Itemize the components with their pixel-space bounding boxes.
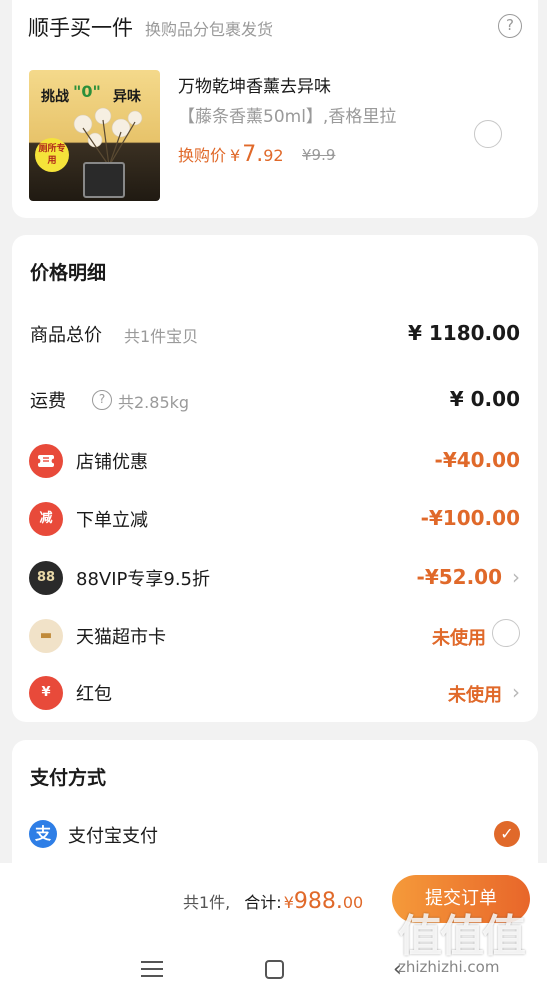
supermarket-card-radio[interactable] (492, 619, 520, 647)
row-88vip[interactable]: 88 88VIP专享9.5折 -¥52.00 › (12, 560, 538, 595)
watermark: 值值值 zhizhizhi.com (398, 900, 540, 980)
addon-subtitle: 换购品分包裹发货 (145, 20, 274, 39)
help-icon[interactable]: ? (498, 14, 522, 38)
shipping-help-icon[interactable]: ? (92, 390, 112, 410)
vip-icon: 88 (29, 561, 63, 595)
item-count: 共1件, (183, 893, 231, 912)
price-detail-title: 价格明细 (30, 262, 107, 284)
shipping-weight: 共2.85kg (118, 393, 190, 412)
vip-value: -¥52.00 (416, 565, 502, 589)
total-dec: 00 (342, 893, 364, 912)
addon-header: 顺手买一件 换购品分包裹发货 (28, 12, 273, 42)
row-shipping: 运费 ? 共2.85kg ¥ 0.00 (12, 382, 538, 416)
watermark-logo: 值值值 (398, 911, 526, 962)
addon-product-name[interactable]: 万物乾坤香薰去异味 (178, 72, 331, 97)
goods-total-value: ¥ 1180.00 (408, 321, 520, 345)
check-icon[interactable]: ✓ (494, 821, 520, 847)
menu-icon[interactable] (141, 961, 163, 979)
addon-price-int: 7. (242, 142, 264, 167)
row-supermarket-card[interactable]: ▬ 天猫超市卡 未使用 (12, 618, 538, 653)
red-packet-label: 红包 (76, 684, 112, 705)
total-currency: ¥ (283, 893, 294, 912)
vip-label: 88VIP专享9.5折 (76, 569, 211, 590)
shipping-value: ¥ 0.00 (449, 387, 520, 411)
image-text-challenge: 挑战 (41, 89, 69, 105)
total-int: 988. (293, 889, 343, 914)
addon-title: 顺手买一件 (28, 16, 133, 40)
goods-total-sub: 共1件宝贝 (124, 327, 199, 346)
payment-card: 支付方式 支 支付宝支付 ✓ (12, 740, 538, 880)
addon-select-radio[interactable] (474, 120, 502, 148)
row-red-packet[interactable]: ¥ 红包 未使用 › (12, 675, 538, 710)
row-goods-total: 商品总价 共1件宝贝 ¥ 1180.00 (12, 316, 538, 350)
alipay-label[interactable]: 支付宝支付 (68, 822, 158, 848)
image-badge: 厕所专用 (35, 138, 69, 172)
home-icon[interactable] (265, 960, 284, 979)
order-discount-label: 下单立减 (76, 510, 148, 531)
addon-price: 换购价 ¥ 7. 92 (178, 142, 284, 167)
total-label: 合计: (244, 893, 282, 912)
addon-price-dec: 92 (263, 146, 284, 165)
shipping-label: 运费 (30, 391, 66, 412)
image-text-zero: "0" (73, 82, 101, 101)
card-icon: ▬ (29, 619, 63, 653)
addon-price-currency: ¥ (230, 146, 241, 165)
supermarket-card-value: 未使用 (432, 628, 486, 649)
price-detail-card: 价格明细 商品总价 共1件宝贝 ¥ 1180.00 运费 ? 共2.85kg ¥… (12, 235, 538, 722)
goods-total-label: 商品总价 (30, 325, 102, 346)
addon-original-price: ¥9.9 (302, 146, 336, 164)
chevron-right-icon: › (512, 680, 520, 704)
addon-price-label: 换购价 (178, 146, 227, 165)
chevron-right-icon: › (512, 565, 520, 589)
ticket-icon (29, 444, 63, 478)
shop-discount-value: -¥40.00 (434, 448, 520, 472)
bottle-graphic (83, 162, 125, 198)
order-summary: 共1件, 合计: ¥ 988. 00 (183, 889, 363, 914)
addon-product-spec: 【藤条香薰50ml】,香格里拉 (178, 107, 397, 127)
image-text-odor: 异味 (113, 89, 141, 105)
addon-card: 顺手买一件 换购品分包裹发货 ? 挑战 "0" 异味 厕所专用 万物乾坤香薰去异… (12, 0, 538, 218)
row-order-discount[interactable]: 减 下单立减 -¥100.00 (12, 501, 538, 536)
order-discount-icon: 减 (29, 502, 63, 536)
shop-discount-label: 店铺优惠 (76, 452, 148, 473)
red-packet-value: 未使用 (448, 685, 502, 706)
addon-product-image[interactable]: 挑战 "0" 异味 厕所专用 (29, 70, 160, 201)
flowers-graphic (73, 107, 143, 166)
supermarket-card-label: 天猫超市卡 (76, 627, 166, 648)
row-shop-discount[interactable]: 店铺优惠 -¥40.00 (12, 443, 538, 478)
red-packet-icon: ¥ (29, 676, 63, 710)
payment-title: 支付方式 (30, 767, 107, 789)
order-discount-value: -¥100.00 (420, 506, 520, 530)
alipay-icon: 支 (29, 820, 57, 848)
